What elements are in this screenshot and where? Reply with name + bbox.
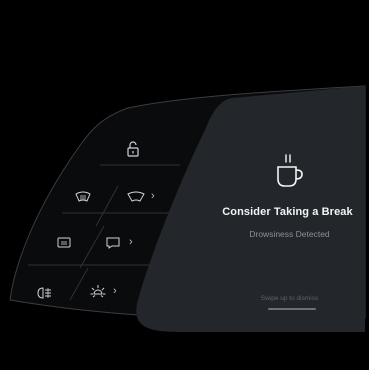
brightness-chevron-icon[interactable]: › — [113, 286, 117, 297]
rear-defrost-icon[interactable] — [75, 190, 91, 208]
dismiss-handle[interactable] — [268, 308, 316, 310]
mirror-chevron-icon[interactable]: › — [129, 237, 133, 248]
dismiss-hint: Swipe up to dismiss — [260, 295, 319, 302]
coffee-cup-icon — [275, 154, 305, 195]
mirror-icon[interactable] — [106, 236, 120, 254]
seat-heater-icon[interactable] — [57, 236, 71, 254]
display-surface — [9, 85, 366, 332]
fog-light-icon[interactable] — [37, 286, 53, 304]
alert-subtitle: Drowsiness Detected — [249, 229, 330, 239]
front-defrost-chevron-icon[interactable]: › — [151, 191, 155, 202]
front-defrost-icon[interactable] — [127, 190, 145, 208]
alert-title: Consider Taking a Break — [222, 206, 353, 218]
unlock-icon[interactable] — [126, 141, 140, 162]
vehicle-display: › › › Consider Taking a Break Drowsiness… — [0, 0, 369, 370]
brightness-icon[interactable] — [90, 284, 106, 305]
